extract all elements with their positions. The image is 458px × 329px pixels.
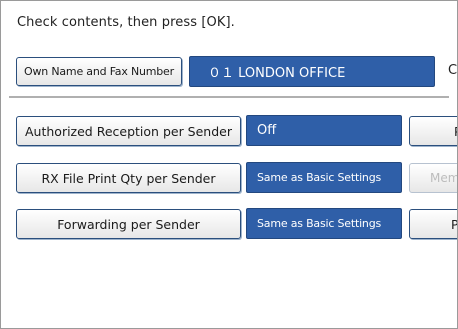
- own-name-value-field: ０１ LONDON OFFICE: [189, 56, 435, 87]
- memory-button[interactable]: Mem: [409, 163, 457, 193]
- forwarding-per-sender-value: Same as Basic Settings: [246, 208, 402, 239]
- forwarding-per-sender-button[interactable]: Forwarding per Sender: [16, 209, 241, 239]
- dialog-frame: Check contents, then press [OK]. Own Nam…: [0, 0, 458, 329]
- rx-file-print-qty-value: Same as Basic Settings: [246, 162, 402, 193]
- pa-button[interactable]: Pa: [409, 209, 457, 239]
- rx-file-print-qty-button[interactable]: RX File Print Qty per Sender: [16, 163, 241, 193]
- cut-off-label: Co: [448, 63, 458, 78]
- section-divider: [9, 96, 449, 98]
- own-name-fax-number-button[interactable]: Own Name and Fax Number: [16, 57, 182, 86]
- print-button[interactable]: Pri: [409, 116, 457, 146]
- authorized-reception-value: Off: [246, 115, 402, 146]
- instruction-text: Check contents, then press [OK].: [17, 15, 235, 30]
- authorized-reception-button[interactable]: Authorized Reception per Sender: [16, 116, 241, 146]
